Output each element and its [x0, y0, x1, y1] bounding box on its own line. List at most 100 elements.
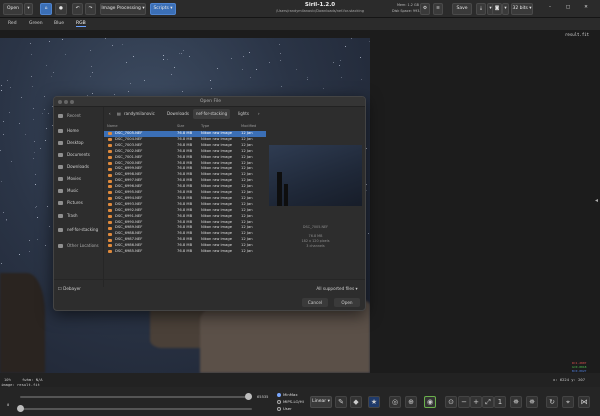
sidebar-item-label: Trash [67, 213, 78, 218]
close-dot-icon[interactable] [58, 100, 62, 104]
file-filter-selector[interactable]: All supported files ▾ [312, 284, 362, 293]
sidebar-item-8[interactable]: Trash [58, 213, 78, 218]
file-icon [108, 132, 112, 136]
sidebar-item-5[interactable]: Movies [58, 176, 81, 181]
column-header-modified[interactable]: Modified [241, 124, 256, 128]
column-header-type[interactable]: Type [201, 124, 209, 128]
star-point [35, 184, 37, 186]
sidebar-item-9[interactable]: nef-for-stacking [58, 227, 98, 232]
histogram-icon[interactable]: ◎ [389, 396, 401, 408]
redo-button[interactable]: ↷ [85, 3, 96, 15]
image-processing-menu[interactable]: Image Processing ▾ [100, 3, 146, 15]
star-point [35, 173, 37, 175]
file-icon [108, 138, 112, 142]
sidebar-item-3[interactable]: Documents [58, 152, 90, 157]
star-point [44, 140, 46, 142]
zoom-in-icon[interactable]: + [470, 396, 482, 408]
star-icon[interactable]: ★ [368, 396, 380, 408]
sidebar-item-label: Documents [67, 152, 90, 157]
minimize-icon[interactable]: – [545, 3, 555, 15]
places-sidebar: Recent Home Desktop Documents Downloads Movie… [54, 107, 104, 287]
star-point [30, 53, 32, 55]
gear-icon[interactable]: ⚙ [420, 3, 430, 15]
tab-green[interactable]: Green [29, 21, 43, 26]
max-slider-knob[interactable] [245, 393, 252, 400]
satellite-alt-icon[interactable]: ⛯ [526, 396, 538, 408]
breadcrumb-downloads[interactable]: Downloads [164, 109, 192, 119]
breadcrumb-back-icon[interactable]: ‹ [106, 109, 114, 119]
breadcrumb-nef-for-stacking[interactable]: nef-for-stacking [193, 109, 231, 119]
network-icon[interactable]: ⋈ [578, 396, 590, 408]
star-point [250, 76, 252, 78]
sidebar-item-4[interactable]: Downloads [58, 164, 89, 169]
star-point [127, 91, 129, 93]
mips-radio[interactable]: MIPS-LO/HI [277, 399, 304, 404]
download-icon[interactable]: ⤓ [476, 3, 486, 15]
save-button[interactable]: Save [452, 3, 472, 15]
min-slider[interactable] [20, 408, 252, 410]
panel-handle-icon[interactable]: ◂ [595, 197, 598, 204]
maximize-icon[interactable]: □ [563, 3, 573, 15]
star-point [279, 43, 281, 45]
preview-tree-small [284, 184, 288, 206]
satellite-icon[interactable]: ⛯ [510, 396, 522, 408]
minmax-radio[interactable]: MinMax [277, 392, 298, 397]
color-icon[interactable]: ◆ [350, 396, 362, 408]
star-point [65, 54, 67, 56]
pencil-icon[interactable]: ✎ [335, 396, 347, 408]
star-point [29, 240, 31, 242]
sidebar-item-6[interactable]: Music [58, 188, 78, 193]
star-point [338, 64, 340, 66]
sidebar-item-2[interactable]: Desktop [58, 140, 84, 145]
breadcrumb-lights[interactable]: lights [235, 109, 252, 119]
scripts-menu[interactable]: Scripts ▾ [150, 3, 176, 15]
target-icon[interactable]: ◉ [424, 396, 436, 408]
min-slider-knob[interactable] [17, 405, 24, 412]
rotate-icon[interactable]: ↻ [546, 396, 558, 408]
zoom-dot-icon[interactable] [70, 100, 74, 104]
photometry-icon[interactable]: ⊙ [445, 396, 457, 408]
max-slider[interactable] [20, 396, 252, 398]
minimize-dot-icon[interactable] [64, 100, 68, 104]
tab-rgb[interactable]: RGB [76, 21, 86, 27]
user-radio[interactable]: User [277, 406, 292, 411]
home-button[interactable]: ⌂ [40, 3, 52, 15]
open-menu-chevron[interactable]: ▾ [24, 3, 33, 15]
undo-button[interactable]: ↶ [72, 3, 83, 15]
sidebar-item-10[interactable]: Other Locations [58, 243, 99, 248]
file-icon [108, 179, 112, 183]
sidebar-item-label: Pictures [67, 200, 83, 205]
image-filename: result.fit [565, 32, 590, 37]
close-icon[interactable]: ✕ [581, 3, 591, 15]
sidebar-item-1[interactable]: Home [58, 128, 79, 133]
zoom-one-icon[interactable]: 1 [494, 396, 506, 408]
grid-sphere-icon[interactable]: ⊕ [405, 396, 417, 408]
sidebar-item-7[interactable]: Pictures [58, 200, 83, 205]
star-point [8, 112, 10, 114]
zoom-out-icon[interactable]: − [458, 396, 470, 408]
stretch-selector[interactable]: Linear ▾ [310, 396, 332, 408]
zoom-fit-icon[interactable]: ⤢ [482, 396, 494, 408]
breadcrumb-home[interactable]: randymilanovic [121, 109, 158, 119]
sidebar-item-0[interactable]: Recent [58, 113, 81, 118]
sidebar-item-icon [58, 114, 63, 118]
column-header-size[interactable]: Size [177, 124, 184, 128]
camera-icon[interactable]: ◙ [492, 3, 502, 15]
tab-red[interactable]: Red [8, 21, 17, 26]
menu-icon[interactable]: ≡ [433, 3, 443, 15]
file-icon [108, 220, 112, 224]
dot-button[interactable]: ● [55, 3, 67, 15]
file-list: Name Size Type Modified DSC_7005.NEF 76.8 MB N… [104, 124, 266, 287]
file-row[interactable]: DSC_6985.NEF 76.8 MB Nikon raw image 12 Jan [104, 249, 266, 255]
cancel-button[interactable]: Cancel [302, 298, 328, 307]
debayer-checkbox[interactable]: ☐ Debayer [58, 284, 88, 293]
open-file-button[interactable]: Open [334, 298, 360, 307]
open-button[interactable]: Open [3, 3, 23, 15]
column-header-name[interactable]: Name [107, 124, 118, 128]
tab-blue[interactable]: Blue [54, 21, 64, 26]
breadcrumb-forward-icon[interactable]: › [255, 109, 263, 119]
snapshot-menu-chevron[interactable]: ▾ [502, 3, 509, 15]
crosshair-icon[interactable]: ⌖ [562, 396, 574, 408]
star-point [368, 233, 370, 235]
bit-depth-selector[interactable]: 32 bits ▾ [511, 3, 533, 15]
